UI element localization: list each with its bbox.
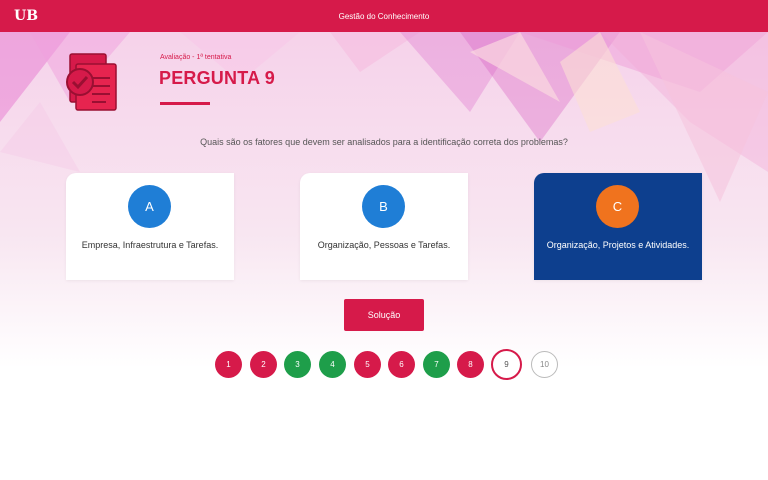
question-pagination: 1 2 3 4 5 6 7 8 9 10: [215, 349, 575, 380]
option-a-badge: A: [128, 185, 171, 228]
title-underline: [160, 102, 210, 105]
top-bar: UB Gestão do Conhecimento: [0, 0, 768, 32]
page-9-button-current[interactable]: 9: [491, 349, 522, 380]
option-b-text: Organização, Pessoas e Tarefas.: [317, 240, 451, 250]
page-7-button[interactable]: 7: [423, 351, 450, 378]
option-a-text: Empresa, Infraestrutura e Tarefas.: [81, 240, 219, 250]
option-c-text: Organização, Projetos e Atividades.: [546, 240, 690, 250]
page-8-button[interactable]: 8: [457, 351, 484, 378]
option-c-card-selected[interactable]: C Organização, Projetos e Atividades.: [534, 173, 702, 280]
page-4-button[interactable]: 4: [319, 351, 346, 378]
page-5-button[interactable]: 5: [354, 351, 381, 378]
page-6-button[interactable]: 6: [388, 351, 415, 378]
question-text: Quais são os fatores que devem ser anali…: [200, 137, 568, 147]
page-title: PERGUNTA 9: [159, 68, 276, 88]
ub-logo[interactable]: UB: [14, 4, 40, 28]
option-c-badge: C: [596, 185, 639, 228]
app-title: Gestão do Conhecimento: [338, 11, 430, 21]
page-1-button[interactable]: 1: [215, 351, 242, 378]
option-a-card[interactable]: A Empresa, Infraestrutura e Tarefas.: [66, 173, 234, 280]
solution-button[interactable]: Solução: [344, 299, 424, 331]
option-b-badge: B: [362, 185, 405, 228]
page-10-button[interactable]: 10: [531, 351, 558, 378]
page-3-button[interactable]: 3: [284, 351, 311, 378]
page-2-button[interactable]: 2: [250, 351, 277, 378]
option-b-card[interactable]: B Organização, Pessoas e Tarefas.: [300, 173, 468, 280]
checklist-document-icon: [66, 53, 117, 111]
attempt-label: Avaliação - 1ª tentativa: [160, 54, 232, 61]
